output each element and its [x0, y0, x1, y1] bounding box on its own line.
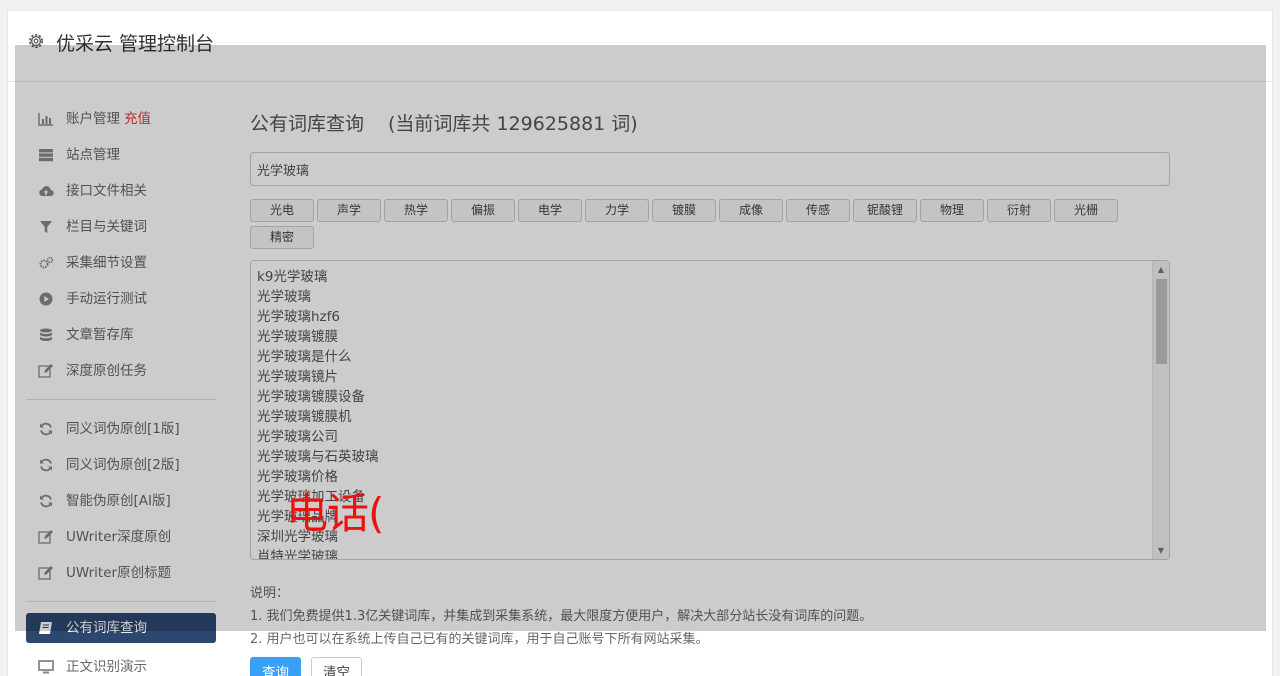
edit-icon: [38, 364, 53, 378]
console-title: 优采云 管理控制台: [56, 33, 215, 55]
list-item: k9光学玻璃: [257, 269, 328, 285]
tag-button[interactable]: 光电: [250, 199, 314, 222]
scroll-thumb[interactable]: [1156, 279, 1167, 364]
sidebar-item-label: 智能伪原创[AI版]: [66, 493, 171, 509]
tag-button[interactable]: 偏振: [451, 199, 515, 222]
sidebar-item-collect-settings[interactable]: 采集细节设置: [26, 245, 216, 281]
notes-heading: 说明：: [250, 586, 290, 601]
sidebar-item-label: 公有词库查询: [66, 620, 147, 636]
category-tags: 光电 声学 热学 偏振 电学 力学 镀膜 成像 传感 铌酸锂 物理 衍射 光栅精密: [250, 199, 1130, 253]
recharge-link[interactable]: 充值: [124, 111, 151, 127]
sidebar-item-deep-original[interactable]: 深度原创任务: [26, 353, 216, 389]
query-button[interactable]: 查询: [250, 657, 301, 676]
sidebar-item-label: UWriter原创标题: [66, 565, 172, 581]
gear-icon: [29, 34, 43, 48]
sidebar-item-label: 账户管理: [66, 111, 120, 127]
results-scrollbar[interactable]: ▲ ▼: [1152, 261, 1169, 559]
sidebar-item-label: 同义词伪原创[2版]: [66, 457, 180, 473]
sidebar-item-label: 同义词伪原创[1版]: [66, 421, 180, 437]
list-item: 光学玻璃镀膜机: [257, 409, 352, 425]
list-item: 光学玻璃与石英玻璃: [257, 449, 379, 465]
tag-button[interactable]: 力学: [585, 199, 649, 222]
list-item: 光学玻璃: [257, 289, 311, 305]
clear-button[interactable]: 清空: [311, 657, 362, 676]
list-item: 光学玻璃是什么: [257, 349, 352, 365]
main-content: 公有词库查询 (当前词库共 129625881 词) 光电声学热学偏振电学力学镀膜…: [250, 109, 1170, 676]
tag-button[interactable]: 铌酸锂: [853, 199, 917, 222]
sidebar-item-label: 手动运行测试: [66, 291, 147, 307]
note-line: 1. 我们免费提供1.3亿关键词库，并集成到采集系统，最大限度方便用户，解决大部…: [250, 609, 873, 624]
tag-button[interactable]: 传感: [786, 199, 850, 222]
filter-icon: [40, 221, 52, 233]
scroll-down-arrow-icon[interactable]: ▼: [1153, 542, 1169, 559]
sidebar: 账户管理 充值 站点管理 接口文件相关 栏目与关键词 采集细节设置 手动运行测试 …: [26, 101, 216, 676]
tag-button[interactable]: 成像: [719, 199, 783, 222]
monitor-icon: [38, 660, 54, 674]
tag-button[interactable]: 声学: [317, 199, 381, 222]
sidebar-item-label: 采集细节设置: [66, 255, 147, 271]
sidebar-item-label: 正文识别演示: [66, 659, 147, 675]
sidebar-item-label: 站点管理: [66, 147, 120, 163]
page-title-text: 公有词库查询: [250, 113, 365, 135]
lexicon-count: (当前词库共 129625881 词): [388, 113, 638, 135]
tag-button[interactable]: 电学: [518, 199, 582, 222]
sidebar-item-account[interactable]: 账户管理 充值: [26, 101, 216, 137]
bar-chart-icon: [38, 113, 53, 126]
sidebar-item-label: 接口文件相关: [66, 183, 147, 199]
sidebar-item-manual-test[interactable]: 手动运行测试: [26, 281, 216, 317]
refresh-icon: [40, 458, 52, 472]
sidebar-item-uwriter-title[interactable]: UWriter原创标题: [26, 555, 216, 591]
cloud-upload-icon: [39, 186, 54, 197]
note-line: 2. 用户也可以在系统上传自己已有的关键词库，用于自己账号下所有网站采集。: [250, 632, 709, 647]
gears-icon: [39, 256, 54, 269]
tag-button[interactable]: 热学: [384, 199, 448, 222]
list-item: 光学玻璃镜片: [257, 369, 338, 385]
sidebar-item-public-lexicon[interactable]: 公有词库查询: [26, 613, 216, 643]
sidebar-item-text-recognition[interactable]: 正文识别演示: [26, 649, 216, 676]
database-icon: [40, 328, 52, 341]
keyword-search-input[interactable]: [250, 152, 1170, 186]
sidebar-divider: [26, 399, 216, 400]
action-buttons: 查询 清空: [250, 657, 372, 676]
refresh-icon: [40, 422, 52, 436]
sidebar-item-label: 文章暂存库: [66, 327, 134, 343]
list-item: 光学玻璃镀膜设备: [257, 389, 365, 405]
tag-button[interactable]: 物理: [920, 199, 984, 222]
sidebar-item-label: 栏目与关键词: [66, 219, 147, 235]
list-item: 肖特光学玻璃: [257, 549, 338, 560]
sidebar-item-uwriter-deep[interactable]: UWriter深度原创: [26, 519, 216, 555]
edit-icon: [38, 530, 53, 544]
server-icon: [39, 149, 53, 162]
tag-button[interactable]: 衍射: [987, 199, 1051, 222]
sidebar-item-columns-keywords[interactable]: 栏目与关键词: [26, 209, 216, 245]
edit-icon: [38, 566, 53, 580]
sidebar-item-interface-files[interactable]: 接口文件相关: [26, 173, 216, 209]
list-item: 光学玻璃公司: [257, 429, 338, 445]
keyword-results-box[interactable]: k9光学玻璃 光学玻璃 光学玻璃hzf6 光学玻璃镀膜 光学玻璃是什么 光学玻璃…: [250, 260, 1170, 560]
list-item: 光学玻璃镀膜: [257, 329, 338, 345]
book-icon: [39, 622, 52, 634]
sidebar-item-ai-rewrite[interactable]: 智能伪原创[AI版]: [26, 483, 216, 519]
watermark-text: 电话(: [286, 489, 384, 538]
sidebar-item-sites[interactable]: 站点管理: [26, 137, 216, 173]
sidebar-item-label: UWriter深度原创: [66, 529, 172, 545]
sidebar-divider: [26, 601, 216, 602]
refresh-icon: [40, 494, 52, 508]
tag-button[interactable]: 精密: [250, 226, 314, 249]
tag-button[interactable]: 镀膜: [652, 199, 716, 222]
play-circle-icon: [39, 292, 53, 306]
console-panel: 优采云 管理控制台 账户管理 充值 站点管理 接口文件相关 栏目与关键词 采集细节…: [7, 10, 1273, 676]
page-title: 公有词库查询 (当前词库共 129625881 词): [250, 109, 1170, 143]
sidebar-item-label: 深度原创任务: [66, 363, 147, 379]
tag-button[interactable]: 光栅: [1054, 199, 1118, 222]
console-header: 优采云 管理控制台: [8, 11, 1272, 82]
sidebar-item-synonym-v2[interactable]: 同义词伪原创[2版]: [26, 447, 216, 483]
scroll-up-arrow-icon[interactable]: ▲: [1153, 261, 1169, 278]
list-item: 光学玻璃hzf6: [257, 309, 340, 325]
sidebar-item-article-store[interactable]: 文章暂存库: [26, 317, 216, 353]
sidebar-item-synonym-v1[interactable]: 同义词伪原创[1版]: [26, 411, 216, 447]
